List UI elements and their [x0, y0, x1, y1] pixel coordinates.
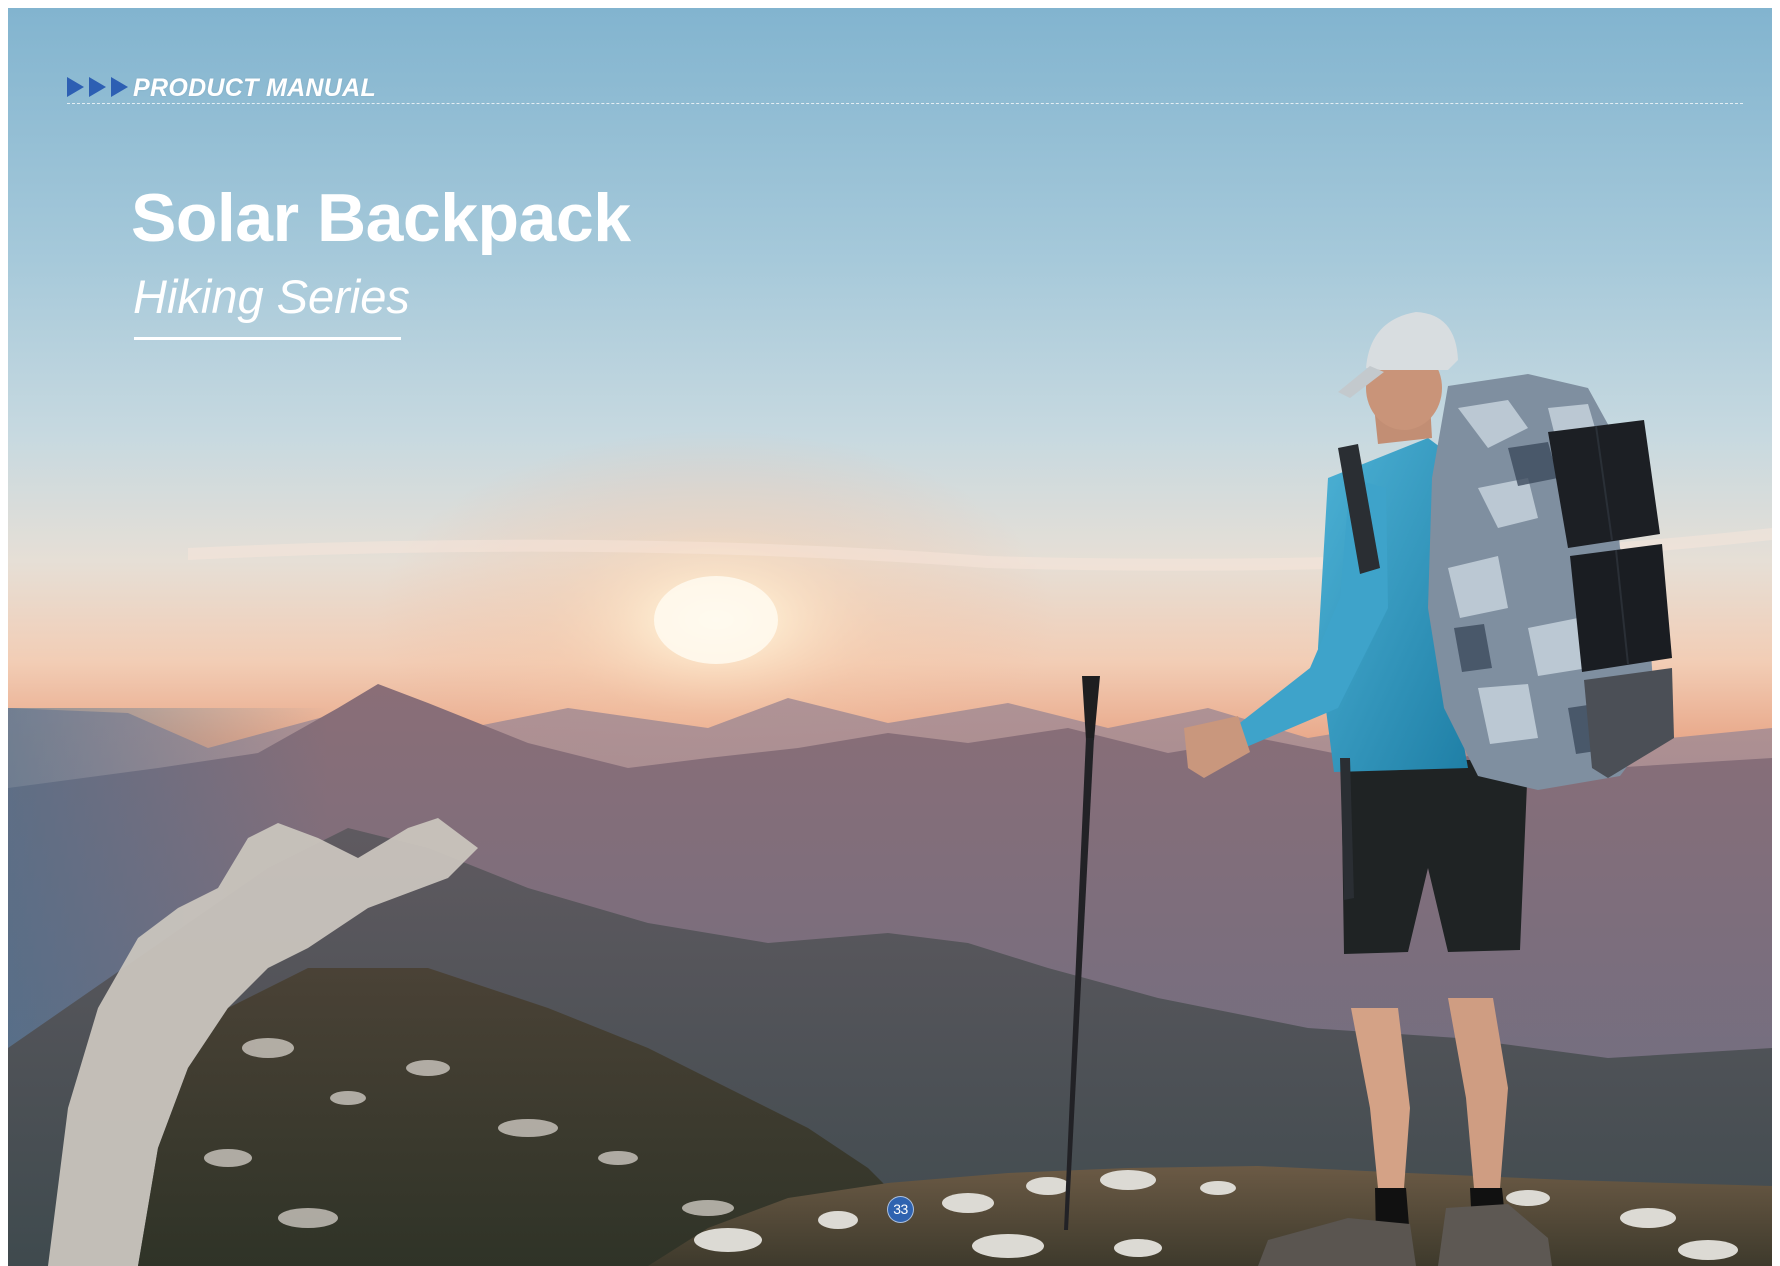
header-label: PRODUCT MANUAL [133, 74, 377, 102]
triple-arrow-icon [67, 77, 128, 97]
manual-header: PRODUCT MANUAL [67, 70, 1743, 104]
product-series: Hiking Series [133, 270, 410, 323]
manual-cover-page: PRODUCT MANUAL Solar Backpack Hiking Ser… [8, 8, 1772, 1266]
product-title: Solar Backpack [131, 180, 631, 256]
header-divider [67, 103, 1743, 104]
title-underline [134, 337, 401, 340]
page-number-badge: 33 [887, 1196, 914, 1223]
